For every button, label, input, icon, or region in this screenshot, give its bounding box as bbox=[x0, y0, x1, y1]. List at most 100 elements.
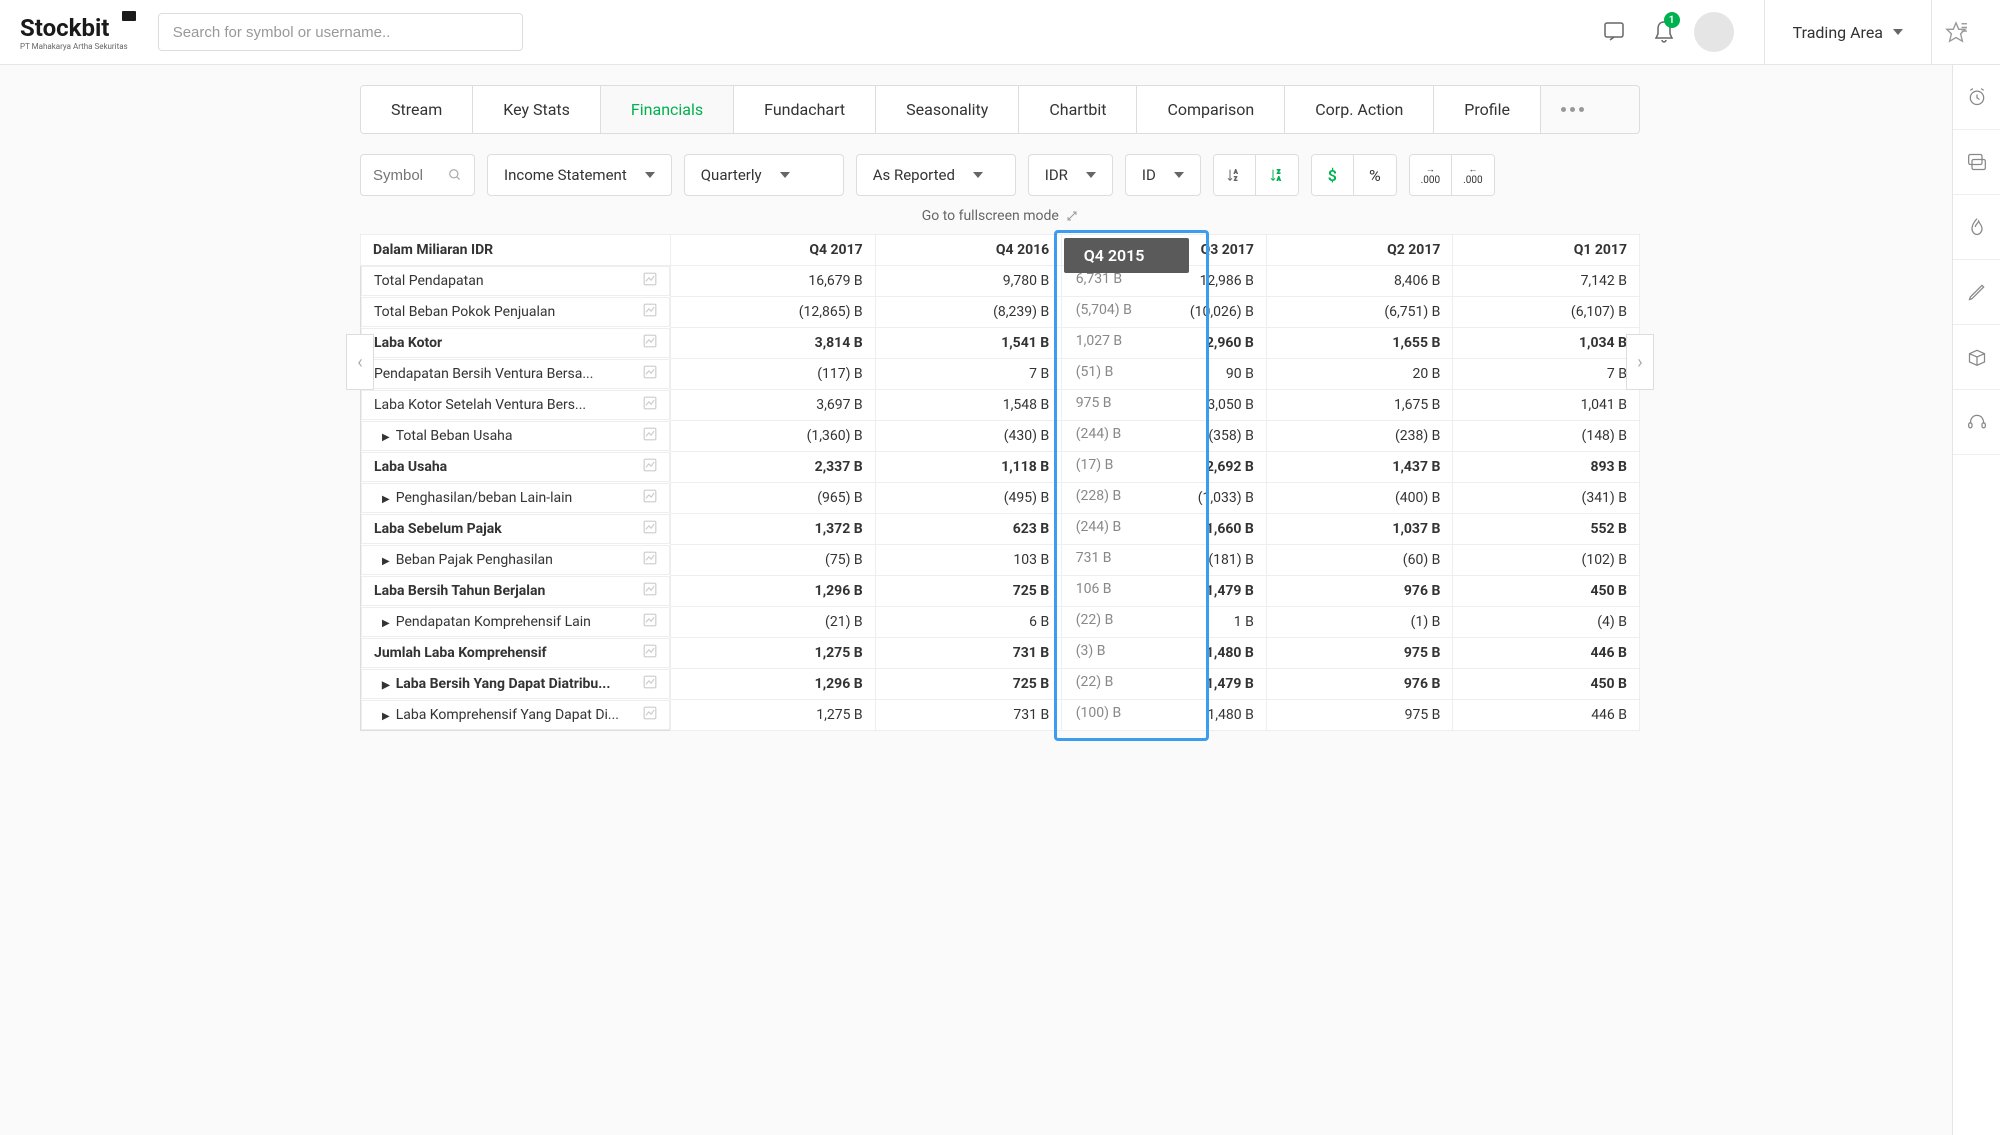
tab-corp-action[interactable]: Corp. Action bbox=[1285, 86, 1434, 133]
rail-pencil-icon[interactable] bbox=[1953, 260, 2000, 325]
dollar-button[interactable]: $ bbox=[1312, 155, 1354, 195]
table-cell: (430) B bbox=[875, 421, 1062, 452]
row-label-cell[interactable]: Pendapatan Bersih Ventura Bersa... bbox=[361, 359, 670, 389]
table-header-col[interactable]: Q1 2017 bbox=[1453, 235, 1640, 266]
table-cell: 1,437 B bbox=[1266, 452, 1453, 483]
table-header-col[interactable]: Q4 2017 bbox=[671, 235, 876, 266]
trading-area-label: Trading Area bbox=[1793, 23, 1883, 42]
symbol-search[interactable] bbox=[360, 154, 475, 196]
rail-fire-icon[interactable] bbox=[1953, 195, 2000, 260]
trading-area-dropdown[interactable]: Trading Area bbox=[1764, 0, 1932, 65]
mini-chart-icon[interactable] bbox=[643, 613, 657, 631]
mini-chart-icon[interactable] bbox=[643, 706, 657, 724]
row-label-cell[interactable]: Laba Sebelum Pajak bbox=[361, 514, 670, 544]
hover-column-value: 6,731 B bbox=[1076, 271, 1122, 287]
rail-alarm-icon[interactable] bbox=[1953, 65, 2000, 130]
messages-icon[interactable] bbox=[1598, 14, 1634, 50]
expand-icon[interactable]: ▶ bbox=[382, 556, 390, 567]
mini-chart-icon[interactable] bbox=[643, 520, 657, 538]
tab-profile[interactable]: Profile bbox=[1434, 86, 1541, 133]
mini-chart-icon[interactable] bbox=[643, 489, 657, 507]
logo-subtext: PT Mahakarya Artha Sekuritas bbox=[20, 42, 128, 51]
mini-chart-icon[interactable] bbox=[643, 675, 657, 693]
mini-chart-icon[interactable] bbox=[643, 644, 657, 662]
fullscreen-link[interactable]: Go to fullscreen mode bbox=[360, 208, 1640, 224]
basis-dropdown[interactable]: As Reported bbox=[856, 154, 1016, 196]
mini-chart-icon[interactable] bbox=[643, 551, 657, 569]
mini-chart-icon[interactable] bbox=[643, 458, 657, 476]
table-cell: 623 B bbox=[875, 514, 1062, 545]
row-label-cell[interactable]: Laba Kotor Setelah Ventura Bers... bbox=[361, 390, 670, 420]
table-cell: (75) B bbox=[671, 545, 876, 576]
table-cell: 450 B bbox=[1453, 576, 1640, 607]
row-label-cell[interactable]: Jumlah Laba Komprehensif bbox=[361, 638, 670, 668]
row-label-cell[interactable]: ▶Beban Pajak Penghasilan bbox=[361, 545, 670, 575]
table-cell: (1) B bbox=[1266, 607, 1453, 638]
row-label-cell[interactable]: ▶Laba Komprehensif Yang Dapat Di... bbox=[361, 700, 670, 730]
sort-za-button[interactable]: ZA bbox=[1256, 155, 1298, 195]
row-label-cell[interactable]: ▶Laba Bersih Yang Dapat Diatribu... bbox=[361, 669, 670, 699]
statement-label: Income Statement bbox=[504, 166, 627, 184]
decimal-decrease-button[interactable]: ←.000 bbox=[1452, 155, 1494, 195]
tab-stream[interactable]: Stream bbox=[361, 86, 473, 133]
tab-financials[interactable]: Financials bbox=[601, 86, 734, 133]
expand-icon[interactable]: ▶ bbox=[382, 618, 390, 629]
hover-column-value: 1,027 B bbox=[1076, 333, 1122, 349]
table-next-button[interactable]: › bbox=[1626, 334, 1654, 390]
financials-table: Dalam Miliaran IDRQ4 2017Q4 2016Q3 2017Q… bbox=[360, 234, 1640, 731]
row-label-cell[interactable]: Laba Bersih Tahun Berjalan bbox=[361, 576, 670, 606]
top-header: Stockbit PT Mahakarya Artha Sekuritas 1 … bbox=[0, 0, 2000, 65]
tab-key-stats[interactable]: Key Stats bbox=[473, 86, 601, 133]
percent-button[interactable]: % bbox=[1354, 155, 1396, 195]
table-header-col[interactable]: Q2 2017 bbox=[1266, 235, 1453, 266]
hover-column-value: 731 B bbox=[1076, 550, 1112, 566]
notification-icon[interactable]: 1 bbox=[1646, 14, 1682, 50]
rail-headset-icon[interactable] bbox=[1953, 390, 2000, 455]
table-header-col[interactable]: Q4 2016 bbox=[875, 235, 1062, 266]
avatar[interactable] bbox=[1694, 12, 1734, 52]
logo-accent bbox=[122, 11, 136, 21]
expand-icon[interactable]: ▶ bbox=[382, 494, 390, 505]
expand-icon[interactable]: ▶ bbox=[382, 432, 390, 443]
statement-dropdown[interactable]: Income Statement bbox=[487, 154, 672, 196]
mini-chart-icon[interactable] bbox=[643, 272, 657, 290]
locale-dropdown[interactable]: ID bbox=[1125, 154, 1201, 196]
decimal-increase-button[interactable]: →.000 bbox=[1410, 155, 1452, 195]
tab-fundachart[interactable]: Fundachart bbox=[734, 86, 876, 133]
logo[interactable]: Stockbit PT Mahakarya Artha Sekuritas bbox=[20, 14, 128, 51]
tab-chartbit[interactable]: Chartbit bbox=[1019, 86, 1137, 133]
expand-icon[interactable]: ▶ bbox=[382, 711, 390, 722]
row-label-cell[interactable]: Laba Kotor bbox=[361, 328, 670, 358]
table-cell: 446 B bbox=[1453, 700, 1640, 731]
period-dropdown[interactable]: Quarterly bbox=[684, 154, 844, 196]
tab-comparison[interactable]: Comparison bbox=[1137, 86, 1285, 133]
mini-chart-icon[interactable] bbox=[643, 396, 657, 414]
mini-chart-icon[interactable] bbox=[643, 365, 657, 383]
expand-icon[interactable]: ▶ bbox=[382, 680, 390, 691]
hover-column-value: (17) B bbox=[1076, 457, 1114, 473]
mini-chart-icon[interactable] bbox=[643, 582, 657, 600]
row-label-cell[interactable]: ▶Penghasilan/beban Lain-lain bbox=[361, 483, 670, 513]
rail-box-icon[interactable] bbox=[1953, 325, 2000, 390]
search-input[interactable] bbox=[158, 13, 523, 51]
table-prev-button[interactable]: ‹ bbox=[346, 334, 374, 390]
currency-dropdown[interactable]: IDR bbox=[1028, 154, 1113, 196]
mini-chart-icon[interactable] bbox=[643, 427, 657, 445]
tab-seasonality[interactable]: Seasonality bbox=[876, 86, 1019, 133]
tab-more-button[interactable] bbox=[1541, 86, 1604, 133]
symbol-input-field[interactable] bbox=[373, 167, 433, 184]
row-label-cell[interactable]: ▶Total Beban Usaha bbox=[361, 421, 670, 451]
table-row: ▶Penghasilan/beban Lain-lain(965) B(495)… bbox=[361, 483, 1640, 514]
expand-icon bbox=[1066, 210, 1078, 222]
row-label-cell[interactable]: Laba Usaha bbox=[361, 452, 670, 482]
mini-chart-icon[interactable] bbox=[643, 303, 657, 321]
row-label-cell[interactable]: ▶Pendapatan Komprehensif Lain bbox=[361, 607, 670, 637]
watchlist-star-icon[interactable] bbox=[1932, 21, 1980, 43]
row-label-cell[interactable]: Total Pendapatan bbox=[361, 266, 670, 296]
row-label-cell[interactable]: Total Beban Pokok Penjualan bbox=[361, 297, 670, 327]
hover-column-value: 106 B bbox=[1076, 581, 1112, 597]
table-cell: (341) B bbox=[1453, 483, 1640, 514]
rail-chat-icon[interactable] bbox=[1953, 130, 2000, 195]
sort-az-button[interactable]: AZ bbox=[1214, 155, 1256, 195]
mini-chart-icon[interactable] bbox=[643, 334, 657, 352]
